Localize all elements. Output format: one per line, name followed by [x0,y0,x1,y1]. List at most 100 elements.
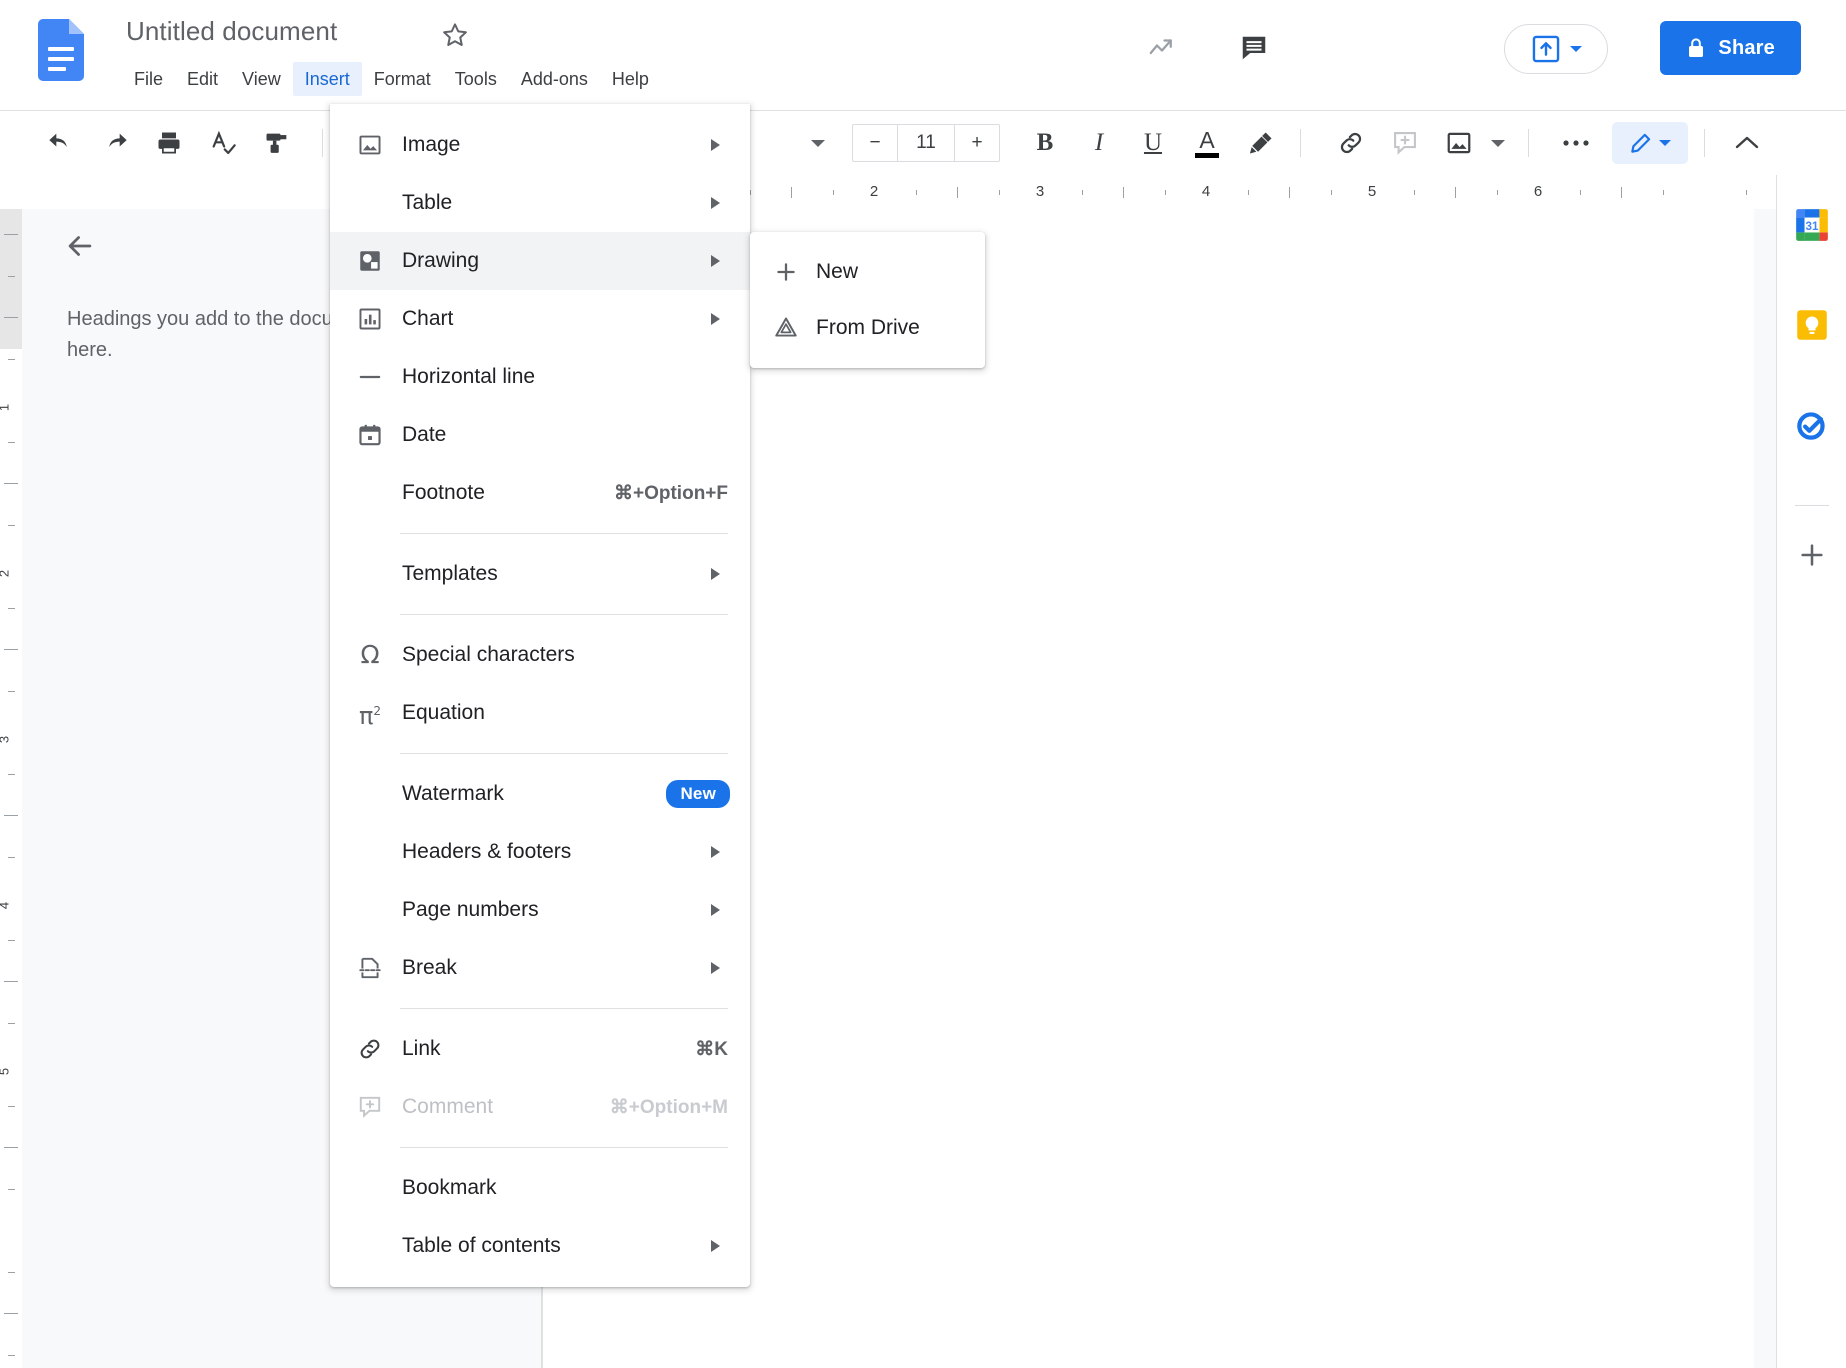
ruler-tick [8,607,15,609]
more-horizontal-icon[interactable] [1552,124,1600,162]
insert-headers-footers[interactable]: Headers & footers [330,823,750,881]
menu-divider [400,1147,728,1148]
insert-drawing[interactable]: Drawing [330,232,750,290]
google-docs-icon[interactable] [38,19,84,81]
plus-icon[interactable] [1790,533,1834,577]
ruler-tick [8,1022,15,1024]
horizontal-ruler[interactable]: 123456 [0,175,1776,209]
insert-table-of-contents[interactable]: Table of contents [330,1217,750,1275]
insert-watermark[interactable]: Watermark New [330,765,750,823]
text-color-button[interactable]: A [1186,124,1228,162]
bold-button[interactable]: B [1024,124,1066,162]
redo-icon[interactable] [94,124,136,162]
ruler-tick [4,317,18,318]
insert-menu-popup[interactable]: Image Table Drawing Chart Horizontal line Dat… [330,104,750,1287]
ruler-number: 6 [1533,183,1543,200]
ruler-tick [8,358,15,360]
ruler-tick [957,187,958,198]
insert-page-numbers[interactable]: Page numbers [330,881,750,939]
pencil-icon [1628,130,1654,156]
menu-edit[interactable]: Edit [175,62,230,96]
insert-table[interactable]: Table [330,174,750,232]
spellcheck-icon[interactable] [202,124,244,162]
drawing-from-drive-label: From Drive [816,316,920,339]
font-size-increase-button[interactable]: + [955,125,999,161]
drawing-from-drive[interactable]: From Drive [750,300,985,356]
insert-horizontal-line[interactable]: Horizontal line [330,348,750,406]
ruler-tick [1662,190,1664,195]
collapse-toolbar-button[interactable] [1724,124,1770,162]
editing-mode-button[interactable] [1612,122,1688,164]
menu-view[interactable]: View [230,62,293,96]
activity-dashboard-icon[interactable] [1138,24,1186,72]
ruler-tick [8,690,15,692]
share-button[interactable]: Share [1660,21,1801,75]
ruler-tick [832,190,834,195]
ruler-tick [4,1147,18,1148]
comment-history-icon[interactable] [1230,24,1278,72]
menu-help[interactable]: Help [600,62,661,96]
ruler-tick [1081,190,1083,195]
paint-format-icon[interactable] [256,124,298,162]
insert-link[interactable]: Link ⌘K [330,1020,750,1078]
insert-bookmark[interactable]: Bookmark [330,1159,750,1217]
vertical-ruler[interactable]: 1 2 3 4 5 [0,209,22,1368]
google-keep-icon[interactable] [1790,303,1834,347]
insert-break[interactable]: Break [330,939,750,997]
menu-addons[interactable]: Add-ons [509,62,600,96]
document-workspace: Headings you add to the document will ap… [22,209,1776,1368]
ruler-number: 3 [1035,183,1045,200]
insert-image-icon[interactable] [1438,124,1480,162]
highlight-pen-icon[interactable] [1240,124,1282,162]
menu-divider [400,753,728,754]
menu-file[interactable]: File [122,62,175,96]
insert-templates-label: Templates [402,562,498,585]
ruler-number: 1 [0,404,12,411]
chevron-right-icon [711,568,720,580]
underline-button[interactable]: U [1132,124,1174,162]
google-calendar-icon[interactable]: 31 [1790,203,1834,247]
font-size-decrease-button[interactable]: − [853,125,897,161]
add-comment-icon[interactable] [1384,124,1426,162]
present-button[interactable] [1504,24,1608,74]
ruler-tick [4,981,18,982]
insert-equation[interactable]: π2 Equation [330,684,750,742]
chevron-down-icon[interactable] [800,124,836,162]
insert-chart[interactable]: Chart [330,290,750,348]
italic-button[interactable]: I [1078,124,1120,162]
insert-bookmark-label: Bookmark [402,1176,497,1199]
insert-footnote[interactable]: Footnote ⌘+Option+F [330,464,750,522]
insert-watermark-label: Watermark [402,782,504,805]
insert-table-of-contents-label: Table of contents [402,1234,561,1257]
arrow-left-icon[interactable] [58,224,102,268]
drawing-new[interactable]: New [750,244,985,300]
ruler-number: 4 [0,902,12,909]
chevron-down-icon[interactable] [1480,124,1516,162]
insert-page-numbers-label: Page numbers [402,898,539,921]
font-size-input[interactable]: 11 [897,125,955,161]
link-icon[interactable] [1330,124,1372,162]
insert-image[interactable]: Image [330,116,750,174]
ruler-number: 4 [1201,183,1211,200]
calendar-icon [356,421,384,449]
undo-icon[interactable] [40,124,82,162]
insert-templates[interactable]: Templates [330,545,750,603]
google-tasks-icon[interactable] [1790,403,1834,447]
menu-bar: File Edit View Insert Format Tools Add-o… [122,62,661,96]
star-icon[interactable] [440,20,470,50]
text-color-letter: A [1199,126,1215,153]
menu-format[interactable]: Format [362,62,443,96]
insert-special-characters[interactable]: Ω Special characters [330,626,750,684]
omega-icon: Ω [360,640,380,669]
ruler-tick [1745,190,1747,195]
insert-footnote-shortcut: ⌘+Option+F [614,482,728,504]
insert-date[interactable]: Date [330,406,750,464]
document-title[interactable]: Untitled document [126,16,337,47]
drawing-submenu-popup[interactable]: New From Drive [750,232,985,368]
print-icon[interactable] [148,124,190,162]
ruler-tick [4,1313,18,1314]
menu-tools[interactable]: Tools [443,62,509,96]
menu-insert[interactable]: Insert [292,62,362,96]
menu-divider [400,533,728,534]
menu-divider [400,614,728,615]
